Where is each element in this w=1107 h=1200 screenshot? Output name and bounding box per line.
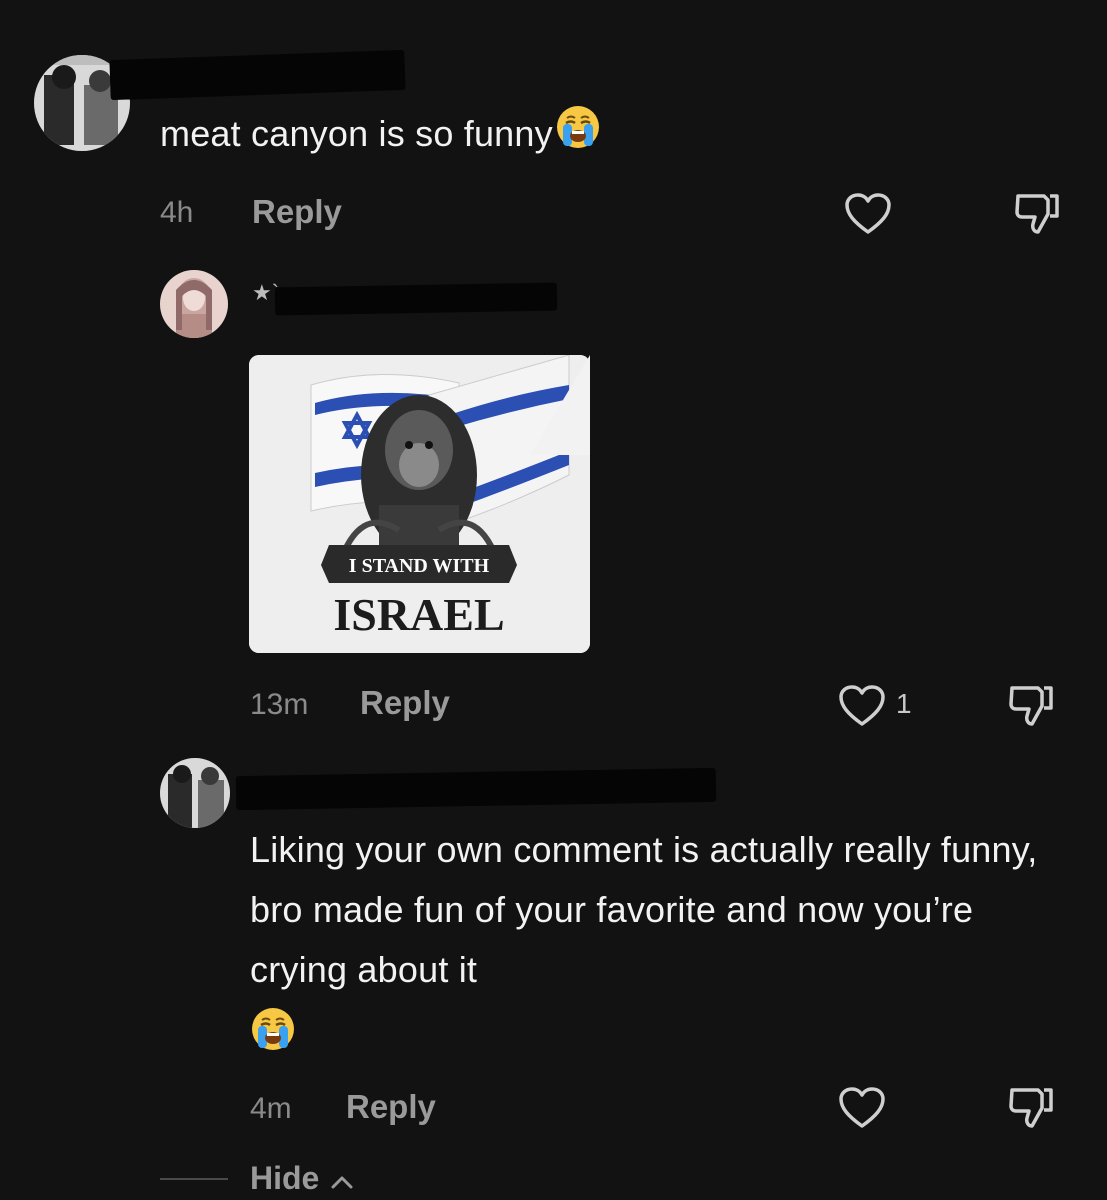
image-corner-artifact — [530, 355, 590, 455]
username-redacted — [274, 282, 558, 316]
like-count: 1 — [896, 688, 912, 719]
hide-label: Hide — [250, 1160, 320, 1196]
timestamp: 4h — [160, 196, 194, 229]
like-heart-icon[interactable] — [838, 1086, 886, 1135]
comment-2: ★` I STAND WITH ISRAEL 13m Reply 1 — [0, 260, 1107, 740]
like-heart-icon[interactable] — [838, 684, 886, 733]
avatar-commenter-3[interactable] — [160, 758, 230, 828]
crying-face-icon — [250, 1006, 1050, 1056]
username-redacted — [109, 49, 406, 101]
comment-body: meat canyon is so funny — [160, 113, 553, 154]
dislike-icon[interactable] — [1006, 1084, 1056, 1137]
comment-body: Liking your own comment is actually real… — [250, 829, 1038, 990]
like-heart-icon[interactable] — [844, 192, 892, 241]
comment-1: meat canyon is so funny 4h Reply — [0, 0, 1107, 260]
chevron-up-icon — [330, 1174, 354, 1195]
timestamp: 13m — [250, 688, 309, 721]
crying-face-icon — [555, 104, 601, 168]
hide-divider — [160, 1178, 228, 1180]
reply-button[interactable]: Reply — [360, 684, 450, 722]
comment-text: meat canyon is so funny — [160, 104, 1060, 168]
hide-replies-button[interactable]: Hide — [250, 1160, 354, 1197]
reply-button[interactable]: Reply — [252, 193, 342, 231]
username-redacted — [235, 767, 717, 811]
dislike-icon[interactable] — [1006, 682, 1056, 735]
avatar-image — [160, 270, 228, 338]
avatar-commenter-2[interactable] — [160, 270, 228, 338]
avatar-image — [160, 758, 230, 828]
dislike-icon[interactable] — [1012, 190, 1062, 243]
reply-button[interactable]: Reply — [346, 1088, 436, 1126]
banner-line-2: ISRAEL — [333, 589, 504, 640]
banner-line-1: I STAND WITH — [349, 555, 490, 577]
comment-text: Liking your own comment is actually real… — [250, 820, 1050, 1056]
timestamp: 4m — [250, 1092, 292, 1125]
comment-3: Liking your own comment is actually real… — [0, 750, 1107, 1200]
